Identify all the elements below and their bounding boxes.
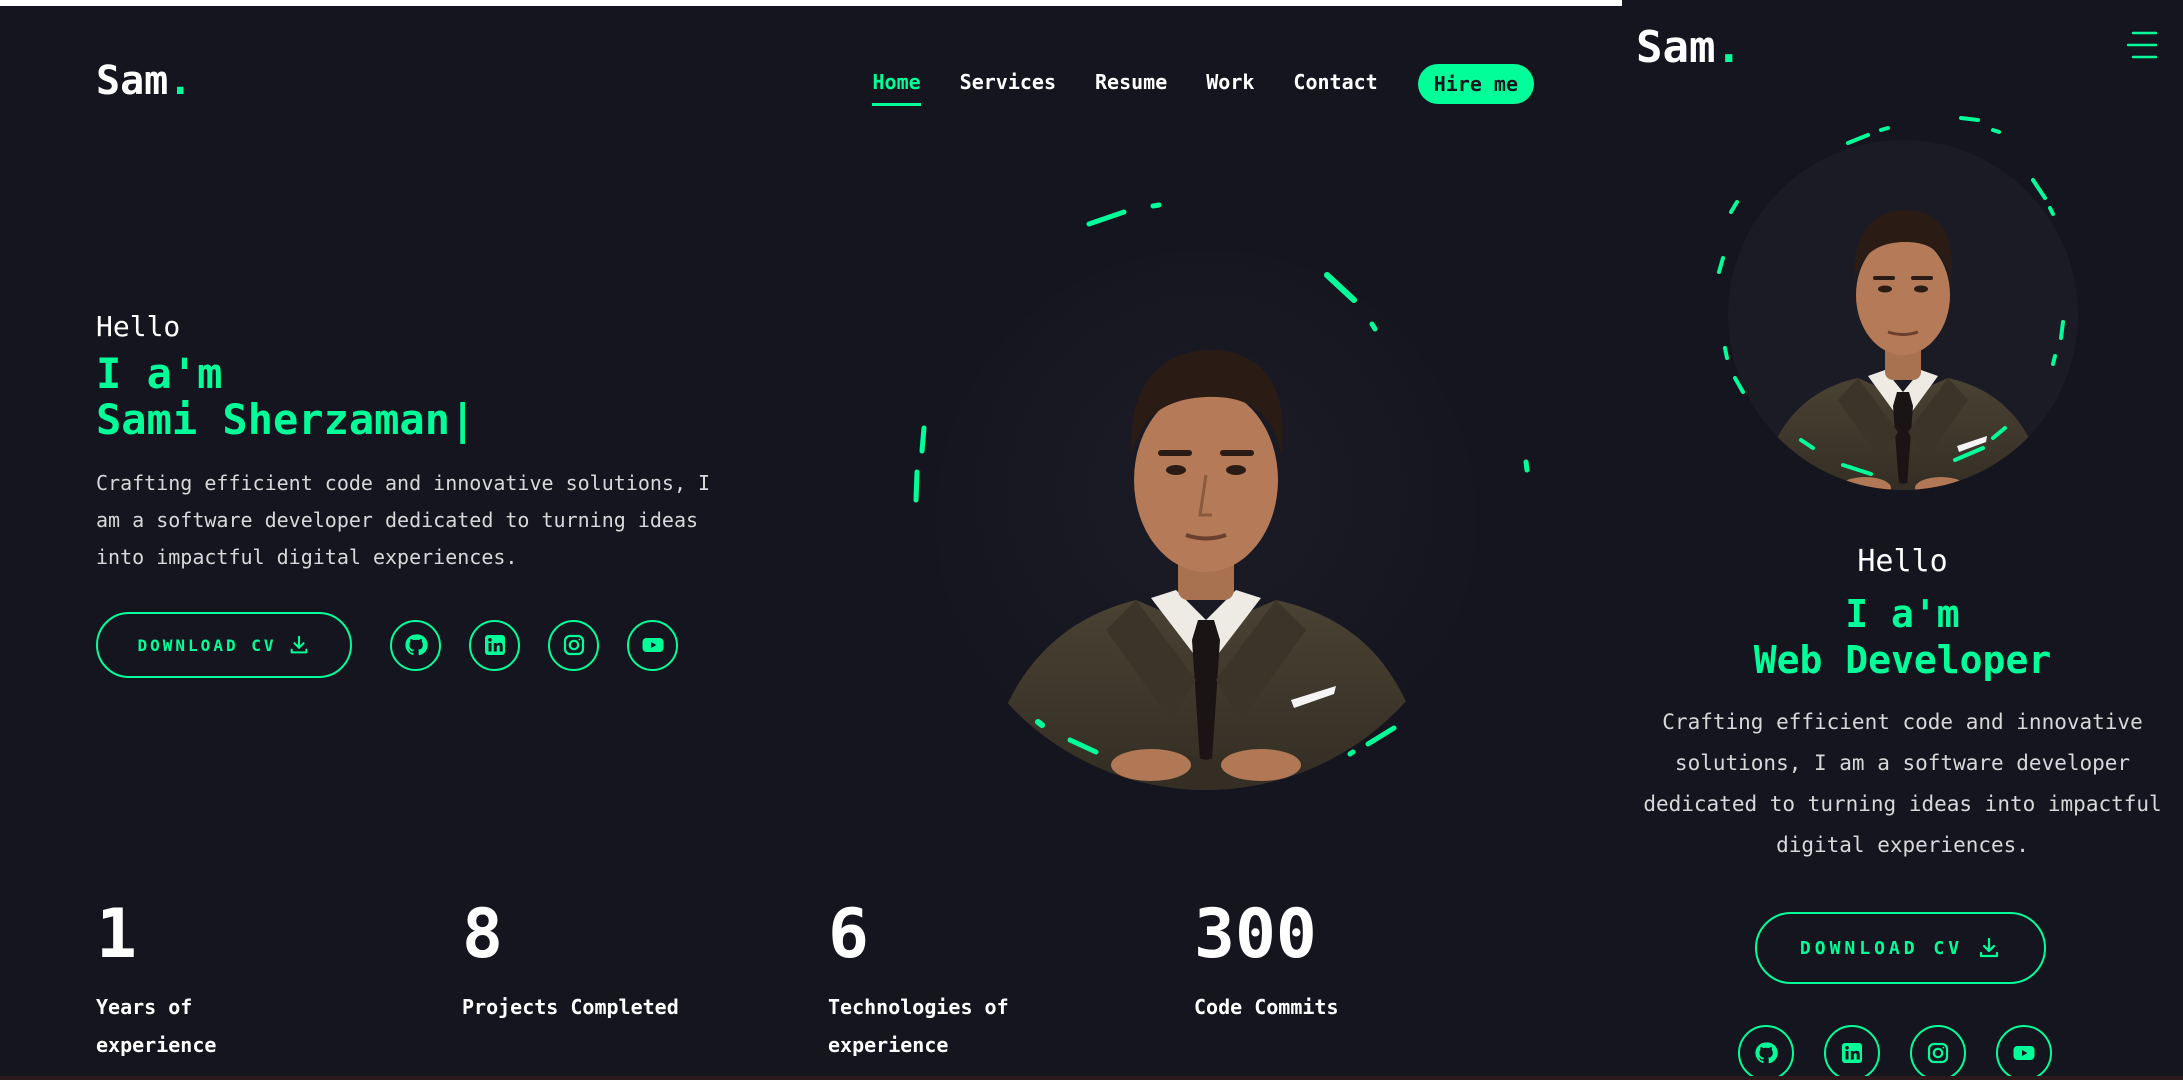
hero-actions: DOWNLOAD CV xyxy=(96,612,736,678)
mobile-hero-role: Web Developer xyxy=(1753,638,2052,682)
stat-value: 300 xyxy=(1194,895,1317,974)
stats-row: 1 Years of experience 8 Projects Complet… xyxy=(96,900,1560,1064)
typing-cursor: | xyxy=(450,395,476,444)
download-icon xyxy=(291,635,308,654)
bottom-edge-strip xyxy=(0,1076,2183,1080)
nav-work[interactable]: Work xyxy=(1206,70,1254,98)
hero-section: Hello I a'm Sami Sherzaman| Crafting eff… xyxy=(96,310,736,678)
mobile-view: Sam. Hello I a'm Web Developer Crafting … xyxy=(1622,0,2183,1080)
youtube-icon xyxy=(642,638,663,652)
github-link[interactable] xyxy=(390,619,441,671)
stat-label: Technologies of experience xyxy=(828,995,1009,1057)
mobile-social-links xyxy=(1738,1025,2052,1080)
github-icon xyxy=(404,634,428,656)
youtube-link[interactable] xyxy=(1996,1025,2052,1080)
linkedin-link[interactable] xyxy=(1824,1025,1880,1080)
stat-item: 1 Years of experience xyxy=(96,900,462,1064)
mobile-hero-greeting: Hello xyxy=(1857,544,1948,579)
stat-label: Projects Completed xyxy=(462,995,679,1019)
nav-services[interactable]: Services xyxy=(960,70,1056,98)
stat-label: Years of experience xyxy=(96,995,217,1057)
hero-name: Sami Sherzaman xyxy=(96,395,451,444)
portrait-illustration xyxy=(913,202,1530,790)
linkedin-icon xyxy=(484,635,505,655)
download-cv-label: DOWNLOAD CV xyxy=(1799,937,1964,959)
social-links xyxy=(390,619,678,671)
main-nav: Home Services Resume Work Contact Hire m… xyxy=(833,64,1534,106)
hero-portrait xyxy=(906,200,1546,800)
instagram-icon xyxy=(563,634,584,656)
mobile-portrait-illustration xyxy=(1717,116,2078,490)
hire-me-button[interactable]: Hire me xyxy=(1417,64,1534,104)
nav-contact[interactable]: Contact xyxy=(1293,70,1377,98)
stat-value: 8 xyxy=(462,895,503,974)
stat-label: Code Commits xyxy=(1194,995,1339,1019)
youtube-icon xyxy=(2013,1046,2035,1060)
stat-item: 8 Projects Completed xyxy=(462,900,828,1064)
linkedin-link[interactable] xyxy=(469,619,520,671)
instagram-icon xyxy=(1927,1042,1949,1064)
brand-logo[interactable]: Sam. xyxy=(96,58,192,104)
hero-description: Crafting efficient code and innovative s… xyxy=(96,471,711,569)
download-cv-label: DOWNLOAD CV xyxy=(137,635,277,655)
hero-name-line: Sami Sherzaman| xyxy=(96,397,736,443)
instagram-link[interactable] xyxy=(1910,1025,1966,1080)
nav-resume[interactable]: Resume xyxy=(1095,70,1167,98)
hero-intro: I a'm xyxy=(96,349,223,398)
desktop-view: Sam. Home Services Resume Work Contact H… xyxy=(0,0,1622,1080)
youtube-link[interactable] xyxy=(627,619,678,671)
mobile-hero-intro: I a'm xyxy=(1845,592,1960,636)
hero-greeting: Hello xyxy=(96,310,181,343)
nav-home[interactable]: Home xyxy=(872,70,921,106)
brand-dot: . xyxy=(1715,22,1742,73)
download-icon xyxy=(1980,937,1999,958)
github-link[interactable] xyxy=(1738,1025,1794,1080)
linkedin-icon xyxy=(1842,1043,1862,1063)
stat-value: 1 xyxy=(96,895,137,974)
stat-item: 6 Technologies of experience xyxy=(828,900,1194,1064)
github-icon xyxy=(1755,1042,1778,1064)
instagram-link[interactable] xyxy=(548,619,599,671)
mobile-hero-description: Crafting efficient code and innovative s… xyxy=(1643,710,2162,857)
mobile-download-cv-button[interactable]: DOWNLOAD CV xyxy=(1755,912,2046,984)
brand-dot: . xyxy=(168,58,193,104)
stat-value: 6 xyxy=(828,895,869,974)
stat-item: 300 Code Commits xyxy=(1194,900,1560,1064)
brand-name: Sam xyxy=(1636,22,1716,73)
mobile-brand-logo[interactable]: Sam. xyxy=(1636,22,1742,73)
download-cv-button[interactable]: DOWNLOAD CV xyxy=(96,612,352,678)
menu-icon[interactable] xyxy=(2125,28,2159,62)
mobile-hero-portrait xyxy=(1693,110,2113,510)
brand-name: Sam xyxy=(96,58,169,104)
